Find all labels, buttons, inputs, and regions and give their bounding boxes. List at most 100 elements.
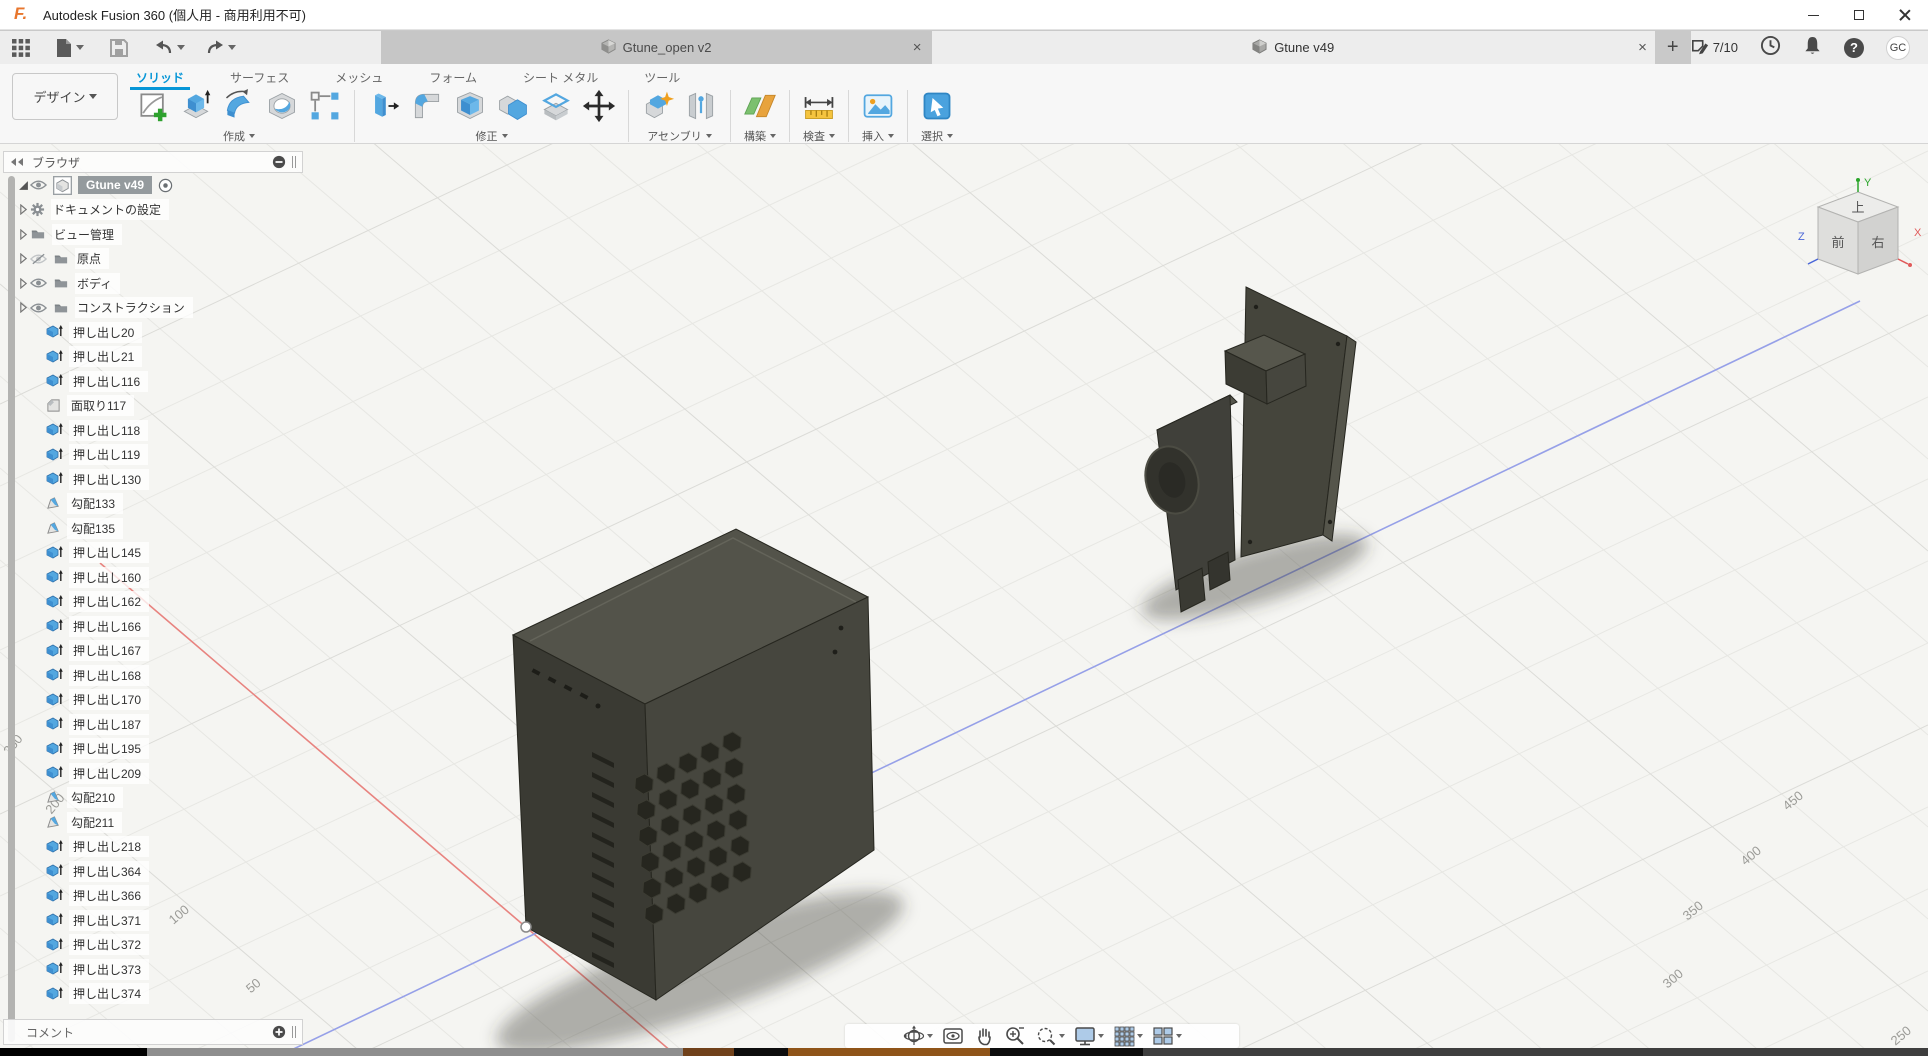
expand-icon[interactable] xyxy=(16,204,30,215)
expand-icon[interactable] xyxy=(16,278,30,289)
file-menu-icon[interactable] xyxy=(52,36,87,60)
pattern-icon[interactable] xyxy=(306,87,344,125)
help-icon[interactable]: ? xyxy=(1844,38,1864,58)
viewports-icon[interactable] xyxy=(1152,1025,1182,1047)
feature-item-26[interactable]: 押し出し372 xyxy=(46,933,193,958)
job-status-icon[interactable] xyxy=(1760,35,1781,61)
scene-3d[interactable] xyxy=(0,144,1928,1048)
panel-drag-handle[interactable] xyxy=(292,156,296,168)
select-icon[interactable] xyxy=(918,87,956,125)
browser-root-item[interactable]: Gtune v49 xyxy=(16,173,193,198)
fillet-icon[interactable] xyxy=(408,87,446,125)
insert-icon[interactable] xyxy=(859,87,897,125)
group-label[interactable]: 構築 xyxy=(744,128,776,144)
look-at-icon[interactable] xyxy=(942,1025,964,1047)
collapse-panel-icon[interactable] xyxy=(10,157,24,167)
group-label[interactable]: 選択 xyxy=(921,128,953,144)
feature-item-23[interactable]: 押し出し364 xyxy=(46,859,193,884)
browser-folder-4[interactable]: ボディ xyxy=(16,271,193,296)
document-tab-inactive[interactable]: Gtune_open v2 × xyxy=(381,31,932,64)
new-tab-button[interactable]: + xyxy=(1655,31,1691,64)
expand-icon[interactable] xyxy=(16,180,30,191)
expand-icon[interactable] xyxy=(16,302,30,313)
notifications-bell-icon[interactable] xyxy=(1803,35,1822,61)
document-tab-active[interactable]: Gtune v49 × xyxy=(932,31,1655,64)
group-label[interactable]: アセンブリ xyxy=(647,128,711,144)
feature-item-25[interactable]: 押し出し371 xyxy=(46,908,193,933)
maximize-button[interactable] xyxy=(1836,0,1882,30)
ribbon-tab-3[interactable]: メッシュ xyxy=(329,66,389,88)
construction-plane-icon[interactable] xyxy=(741,87,779,125)
browser-scrollbar[interactable] xyxy=(8,176,15,1042)
feature-item-17[interactable]: 押し出し187 xyxy=(46,712,193,737)
fit-icon[interactable] xyxy=(1035,1025,1065,1047)
feature-item-16[interactable]: 押し出し170 xyxy=(46,688,193,713)
extrude-icon[interactable] xyxy=(177,87,215,125)
feature-item-20[interactable]: 勾配210 xyxy=(46,786,193,811)
joint-icon[interactable] xyxy=(682,87,720,125)
feature-item-24[interactable]: 押し出し366 xyxy=(46,884,193,909)
ribbon-tab-6[interactable]: ツール xyxy=(638,66,686,88)
expand-icon[interactable] xyxy=(16,253,30,264)
feature-item-13[interactable]: 押し出し166 xyxy=(46,614,193,639)
display-settings-icon[interactable] xyxy=(1074,1025,1104,1047)
browser-header[interactable]: ブラウザ xyxy=(3,151,303,173)
replace-face-icon[interactable] xyxy=(537,87,575,125)
press-pull-icon[interactable] xyxy=(365,87,403,125)
expand-icon[interactable] xyxy=(16,229,30,240)
activate-component-radio[interactable] xyxy=(158,178,173,193)
add-comment-icon[interactable] xyxy=(272,1025,286,1039)
combine-icon[interactable] xyxy=(494,87,532,125)
feature-item-1[interactable]: 押し出し20 xyxy=(46,320,193,345)
feature-item-10[interactable]: 押し出し145 xyxy=(46,541,193,566)
ribbon-tab-4[interactable]: フォーム xyxy=(423,66,483,88)
feature-item-28[interactable]: 押し出し374 xyxy=(46,982,193,1007)
feature-item-15[interactable]: 押し出し168 xyxy=(46,663,193,688)
feature-item-14[interactable]: 押し出し167 xyxy=(46,639,193,664)
ribbon-tab-5[interactable]: シート メタル xyxy=(517,66,604,88)
ribbon-tab-1[interactable]: ソリッド xyxy=(130,66,190,88)
save-icon[interactable] xyxy=(107,37,131,59)
minimize-button[interactable] xyxy=(1790,0,1836,30)
workspace-selector[interactable]: デザイン xyxy=(12,73,118,120)
move-icon[interactable] xyxy=(580,87,618,125)
group-label[interactable]: 修正 xyxy=(476,128,508,144)
revolve-icon[interactable] xyxy=(220,87,258,125)
measure-icon[interactable] xyxy=(800,87,838,125)
feature-item-5[interactable]: 押し出し118 xyxy=(46,418,193,443)
group-label[interactable]: 検査 xyxy=(803,128,835,144)
feature-item-8[interactable]: 勾配133 xyxy=(46,492,193,517)
feature-item-6[interactable]: 押し出し119 xyxy=(46,443,193,468)
create-sketch-icon[interactable] xyxy=(134,87,172,125)
feature-item-3[interactable]: 押し出し116 xyxy=(46,369,193,394)
new-component-icon[interactable] xyxy=(639,87,677,125)
feature-item-12[interactable]: 押し出し162 xyxy=(46,590,193,615)
viewport-canvas[interactable]: 25020010050450400350300250 上 前 右 Y X Z xyxy=(0,144,1928,1048)
feature-item-18[interactable]: 押し出し195 xyxy=(46,737,193,762)
hole-icon[interactable] xyxy=(263,87,301,125)
browser-folder-3[interactable]: 原点 xyxy=(16,247,193,272)
tab-close-icon[interactable]: × xyxy=(1638,39,1647,56)
shell-icon[interactable] xyxy=(451,87,489,125)
grid-settings-icon[interactable] xyxy=(1113,1025,1143,1047)
tab-close-icon[interactable]: × xyxy=(913,39,922,56)
browser-folder-2[interactable]: ビュー管理 xyxy=(16,222,193,247)
ribbon-tab-2[interactable]: サーフェス xyxy=(224,66,295,88)
feature-item-22[interactable]: 押し出し218 xyxy=(46,835,193,860)
user-avatar[interactable]: GC xyxy=(1886,36,1910,60)
panel-minimize-icon[interactable] xyxy=(272,155,286,169)
feature-item-9[interactable]: 勾配135 xyxy=(46,516,193,541)
close-button[interactable] xyxy=(1882,0,1928,30)
orbit-icon[interactable] xyxy=(903,1025,933,1047)
version-badge[interactable]: 7/10 xyxy=(1691,39,1738,57)
undo-icon[interactable] xyxy=(151,37,188,59)
viewcube[interactable]: 上 前 右 Y X Z xyxy=(1796,174,1928,286)
group-label[interactable]: 挿入 xyxy=(862,128,894,144)
feature-item-19[interactable]: 押し出し209 xyxy=(46,761,193,786)
group-label[interactable]: 作成 xyxy=(223,128,255,144)
browser-folder-1[interactable]: ドキュメントの設定 xyxy=(16,198,193,223)
pan-icon[interactable] xyxy=(973,1025,995,1047)
app-grid-icon[interactable] xyxy=(8,36,34,60)
browser-folder-5[interactable]: コンストラクション xyxy=(16,296,193,321)
panel-drag-handle[interactable] xyxy=(292,1026,296,1038)
